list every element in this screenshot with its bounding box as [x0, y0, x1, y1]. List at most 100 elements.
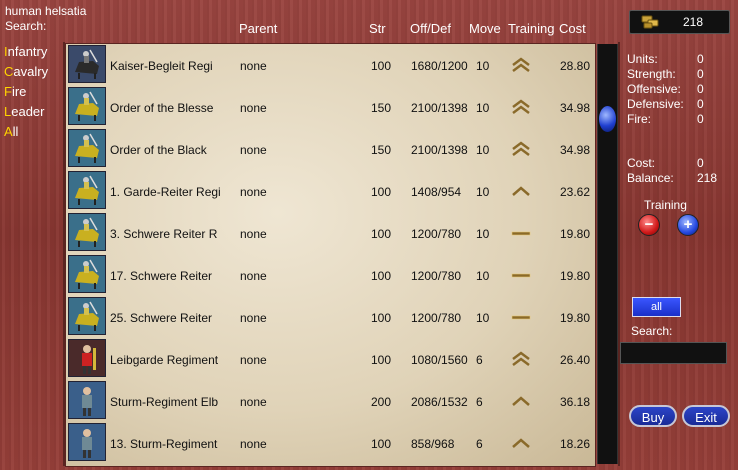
unit-move: 6 [476, 437, 483, 451]
column-header-offdef[interactable]: Off/Def [410, 21, 451, 36]
unit-row[interactable]: Kaiser-Begleit Regi none 100 1680/1200 10 28.… [66, 44, 595, 86]
filter-label: nfantry [7, 44, 48, 59]
training-chevron-icon [510, 435, 532, 451]
search-label: Search: [631, 324, 673, 338]
unit-row[interactable]: 25. Schwere Reiter none 100 1200/780 10 19.80 [66, 296, 595, 338]
faction-name: human helsatia [5, 4, 87, 18]
unit-move: 6 [476, 353, 483, 367]
filter-hotkey: F [4, 84, 12, 99]
filter-label: eader [11, 104, 45, 119]
stat-cost: Cost: 0 [627, 156, 704, 170]
training-increase-button[interactable]: + [677, 214, 699, 236]
unit-row[interactable]: 17. Schwere Reiter none 100 1200/780 10 19.80 [66, 254, 595, 296]
unit-move: 10 [476, 185, 490, 199]
buy-button[interactable]: Buy [629, 405, 677, 427]
unit-offdef: 1200/780 [411, 227, 462, 241]
unit-cost: 36.18 [560, 395, 591, 409]
unit-name: 17. Schwere Reiter [110, 269, 213, 283]
unit-name: Order of the Blesse [110, 101, 214, 115]
unit-name: 25. Schwere Reiter [110, 311, 213, 325]
unit-row[interactable]: 13. Sturm-Regiment none 100 858/968 6 18.26 [66, 422, 595, 464]
column-header-training[interactable]: Training [508, 21, 554, 36]
unit-name: 3. Schwere Reiter R [110, 227, 218, 241]
filter-all[interactable]: All [4, 122, 48, 142]
column-header-cost[interactable]: Cost [559, 21, 586, 36]
filter-hotkey: A [4, 124, 13, 139]
training-label: Training [644, 198, 687, 212]
gold-coins-icon [641, 15, 659, 29]
select-all-button[interactable]: all [632, 297, 681, 317]
unit-row[interactable]: Leibgarde Regiment none 100 1080/1560 6 26.40 [66, 338, 595, 380]
unit-move: 10 [476, 227, 490, 241]
filter-infantry[interactable]: Infantry [4, 42, 48, 62]
gold-value: 218 [682, 15, 703, 29]
training-bar-icon [510, 309, 532, 325]
filter-leader[interactable]: Leader [4, 102, 48, 122]
stat-strength: Strength: 0 [627, 67, 704, 81]
unit-parent: none [240, 59, 267, 73]
column-header-move[interactable]: Move [469, 21, 501, 36]
category-filters: Infantry Cavalry Fire Leader All [4, 42, 48, 142]
cavalry-portrait-icon [68, 255, 106, 293]
unit-strength: 100 [371, 59, 392, 73]
search-input[interactable] [620, 342, 727, 364]
unit-parent: none [240, 185, 267, 199]
unit-parent: none [240, 311, 267, 325]
cavalry-portrait-icon [68, 297, 106, 335]
training-bar-icon [510, 225, 532, 241]
unit-cost: 19.80 [560, 311, 591, 325]
unit-cost: 19.80 [560, 269, 591, 283]
unit-strength: 100 [371, 311, 392, 325]
unit-offdef: 1200/780 [411, 269, 462, 283]
unit-cost: 23.62 [560, 185, 591, 199]
unit-row[interactable]: Order of the Black none 150 2100/1398 10 34.9… [66, 128, 595, 170]
filter-label: ll [12, 124, 19, 139]
unit-strength: 100 [371, 269, 392, 283]
unit-parent: none [240, 353, 267, 367]
filter-fire[interactable]: Fire [4, 82, 48, 102]
stat-balance: Balance: 218 [627, 171, 718, 185]
unit-list[interactable]: Kaiser-Begleit Regi none 100 1680/1200 10 28.… [65, 43, 596, 467]
infantry-portrait-icon [68, 381, 106, 419]
unit-offdef: 1080/1560 [411, 353, 468, 367]
unit-name: Sturm-Regiment Elb [110, 395, 219, 409]
scrollbar-thumb[interactable] [599, 106, 616, 132]
unit-strength: 150 [371, 143, 392, 157]
header-search-label: Search: [5, 19, 47, 33]
exit-button[interactable]: Exit [682, 405, 730, 427]
unit-cost: 18.26 [560, 437, 591, 451]
unit-parent: none [240, 437, 267, 451]
unit-offdef: 1408/954 [411, 185, 462, 199]
unit-move: 10 [476, 59, 490, 73]
filter-label: ire [11, 84, 27, 99]
filter-cavalry[interactable]: Cavalry [4, 62, 48, 82]
training-decrease-button[interactable]: − [638, 214, 660, 236]
unit-offdef: 2086/1532 [411, 395, 468, 409]
unit-name: Order of the Black [110, 143, 207, 157]
unit-strength: 100 [371, 227, 392, 241]
unit-cost: 28.80 [560, 59, 591, 73]
cavalry-portrait-icon [68, 45, 106, 83]
cavalry-portrait-icon [68, 213, 106, 251]
column-header-parent[interactable]: Parent [239, 21, 277, 36]
unit-name: 1. Garde-Reiter Regi [110, 185, 221, 199]
unit-list-scrollbar[interactable] [597, 44, 618, 464]
cavalry-portrait-icon [68, 129, 106, 167]
unit-name: 13. Sturm-Regiment [110, 437, 218, 451]
column-header-str[interactable]: Str [369, 21, 386, 36]
unit-move: 10 [476, 311, 490, 325]
unit-offdef: 858/968 [411, 437, 455, 451]
unit-cost: 26.40 [560, 353, 591, 367]
unit-row[interactable]: 1. Garde-Reiter Regi none 100 1408/954 10 23.… [66, 170, 595, 212]
gold-display: 218 [629, 10, 730, 34]
unit-row[interactable]: 3. Schwere Reiter R none 100 1200/780 10 19.8… [66, 212, 595, 254]
unit-parent: none [240, 269, 267, 283]
unit-cost: 34.98 [560, 101, 591, 115]
unit-row[interactable]: Order of the Blesse none 150 2100/1398 10 34.… [66, 86, 595, 128]
unit-parent: none [240, 101, 267, 115]
unit-strength: 100 [371, 353, 392, 367]
unit-row[interactable]: Sturm-Regiment Elb none 200 2086/1532 6 36.18 [66, 380, 595, 422]
unit-offdef: 1200/780 [411, 311, 462, 325]
training-double-chevron-icon [510, 57, 532, 73]
training-double-chevron-icon [510, 99, 532, 115]
